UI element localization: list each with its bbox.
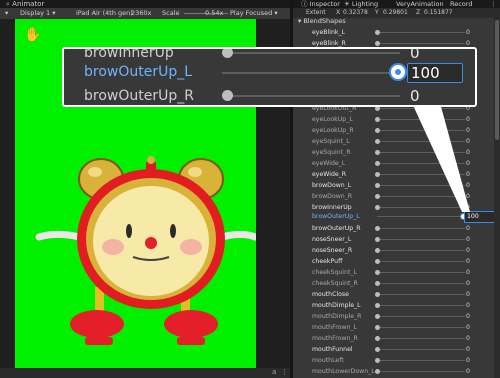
callout-value[interactable]: 0 bbox=[410, 87, 420, 105]
callout-slider-knob[interactable] bbox=[222, 90, 233, 101]
callout-value-input[interactable]: 100 bbox=[407, 63, 463, 83]
callout-row: browOuterUp_R 0 bbox=[64, 84, 475, 105]
callout-slider-track bbox=[222, 52, 400, 54]
callout-label-selected: browOuterUp_L bbox=[84, 64, 193, 80]
zoom-callout: browInnerUp 0 browOuterUp_L 100 browOute… bbox=[62, 47, 477, 107]
callout-slider-knob-active[interactable] bbox=[391, 65, 405, 79]
callout-slider-track bbox=[222, 95, 400, 97]
callout-slider-knob[interactable] bbox=[222, 49, 233, 58]
callout-slider-track bbox=[222, 72, 400, 74]
callout-label: browOuterUp_R bbox=[84, 88, 194, 104]
